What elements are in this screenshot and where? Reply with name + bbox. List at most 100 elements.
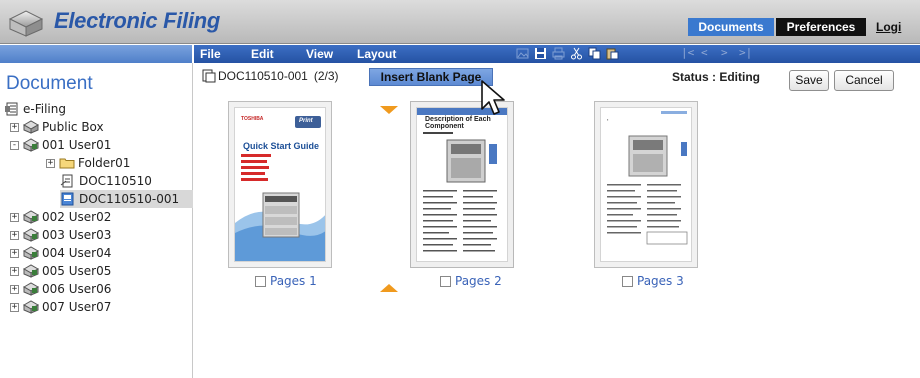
user-box-icon (23, 282, 39, 296)
sidebar-title: Document (6, 73, 93, 94)
efiling-root-icon (5, 102, 18, 116)
image-icon[interactable] (516, 47, 529, 60)
expand-icon[interactable]: + (10, 122, 19, 132)
print-icon[interactable] (552, 47, 565, 60)
menu-file[interactable]: File (200, 46, 221, 62)
doc-name: DOC110510-001 (218, 69, 308, 83)
tree-item-label: 005 User05 (42, 264, 112, 278)
folder-icon (59, 158, 75, 169)
public-box-icon (23, 120, 39, 134)
page-1-label[interactable]: Pages 1 (255, 274, 317, 288)
document-editing-icon (202, 69, 216, 83)
tree-item-label: DOC110510-001 (79, 192, 180, 206)
tree-item-label: 004 User04 (42, 246, 112, 260)
page-thumbnail-1[interactable]: TOSHIBA Print Quick Start Guide (228, 101, 332, 268)
tree-item-label: Folder01 (78, 156, 131, 170)
tree-item-user01[interactable]: - 001 User01 (10, 136, 111, 154)
tab-preferences[interactable]: Preferences (776, 18, 866, 36)
tree-item-public-box[interactable]: + Public Box (10, 118, 104, 136)
page-1-brand: TOSHIBA (241, 116, 264, 122)
page-1-heading: Quick Start Guide (243, 141, 320, 151)
first-page-icon[interactable]: |< (681, 46, 694, 59)
user-box-icon (23, 246, 39, 260)
page-3-checkbox[interactable] (622, 275, 633, 287)
tab-documents[interactable]: Documents (688, 18, 774, 36)
cancel-button[interactable]: Cancel (834, 70, 894, 91)
tree-item-label: 001 User01 (42, 138, 112, 152)
efiling-logo-icon (8, 10, 44, 37)
save-icon[interactable] (534, 47, 547, 60)
user-box-icon (23, 138, 39, 152)
app-header: Electronic Filing Documents Preferences … (0, 0, 920, 44)
logout-link[interactable]: Logi (876, 18, 920, 36)
tree-item-folder01[interactable]: + Folder01 (46, 154, 130, 172)
page-thumbnail-2[interactable]: Description of Each Component (410, 101, 514, 268)
user-box-icon (23, 300, 39, 314)
tree-item-user07[interactable]: + 007 User07 (10, 298, 111, 316)
page-2-label-text: Pages 2 (455, 274, 502, 288)
tree-item-label: 003 User03 (42, 228, 112, 242)
next-page-icon[interactable]: > (721, 46, 728, 59)
expand-icon[interactable]: + (10, 230, 19, 240)
page-thumbnail-3[interactable]: ▪ (594, 101, 698, 268)
page-3-image: ▪ (600, 107, 692, 262)
user-box-icon (23, 228, 39, 242)
page-3-label-text: Pages 3 (637, 274, 684, 288)
doc-page-count: (2/3) (313, 69, 339, 83)
tree-item-user04[interactable]: + 004 User04 (10, 244, 111, 262)
tree-item-label: DOC110510 (79, 174, 152, 188)
page-3-label[interactable]: Pages 3 (622, 274, 684, 288)
tree-item-doc110510-001[interactable]: DOC110510-001 (60, 190, 193, 208)
copy-icon[interactable] (588, 47, 601, 60)
tree-item-user03[interactable]: + 003 User03 (10, 226, 111, 244)
save-button[interactable]: Save (789, 70, 829, 91)
page-2-heading: Description of Each Component (425, 116, 491, 130)
document-editing-icon (61, 192, 74, 206)
user-box-icon (23, 264, 39, 278)
page-2-image: Description of Each Component (416, 107, 508, 262)
expand-icon[interactable]: + (10, 248, 19, 258)
expand-icon[interactable]: + (10, 302, 19, 312)
tree-item-user05[interactable]: + 005 User05 (10, 262, 111, 280)
tree-item-label: 007 User07 (42, 300, 112, 314)
page-1-checkbox[interactable] (255, 275, 266, 287)
insert-marker-top-icon (380, 106, 398, 114)
document-icon (60, 174, 73, 188)
page-3-heading: ▪ (607, 117, 609, 122)
page-2-label[interactable]: Pages 2 (440, 274, 502, 288)
page-2-checkbox[interactable] (440, 275, 451, 287)
menu-bar: File Edit View Layout |< < > >| (194, 45, 920, 63)
app-title: Electronic Filing (54, 8, 221, 33)
tree-item-user02[interactable]: + 002 User02 (10, 208, 111, 226)
menu-layout[interactable]: Layout (357, 46, 396, 62)
tree-item-doc110510[interactable]: DOC110510 (60, 172, 152, 190)
page-1-badge: Print (299, 118, 313, 124)
page-2-content-graphic (417, 108, 507, 252)
expand-icon[interactable]: + (10, 284, 19, 294)
tree-item-efiling[interactable]: e-Filing (4, 100, 66, 118)
tree-item-label: 002 User02 (42, 210, 112, 224)
tree-item-user06[interactable]: + 006 User06 (10, 280, 111, 298)
prev-page-icon[interactable]: < (701, 46, 708, 59)
collapse-icon[interactable]: - (10, 140, 19, 150)
doc-title: DOC110510-001 (2/3) (202, 69, 339, 83)
expand-icon[interactable]: + (46, 158, 55, 168)
sidebar: Document e-Filing + Public Box - 001 Use… (0, 63, 193, 378)
insert-marker-bottom-icon (380, 284, 398, 292)
page-1-cover-graphic (235, 108, 325, 261)
cut-icon[interactable] (570, 47, 583, 60)
efiling-app: Electronic Filing Documents Preferences … (0, 0, 920, 378)
tree-item-label: 006 User06 (42, 282, 112, 296)
insert-blank-page-button[interactable]: Insert Blank Page (369, 68, 493, 86)
status-text: Status : Editing (672, 70, 760, 84)
last-page-icon[interactable]: >| (739, 46, 752, 59)
expand-icon[interactable]: + (10, 266, 19, 276)
expand-icon[interactable]: + (10, 212, 19, 222)
page-3-content-graphic (607, 111, 688, 245)
sidebar-header-bar (0, 45, 193, 63)
tree-item-label: Public Box (42, 120, 104, 134)
menu-edit[interactable]: Edit (251, 46, 274, 62)
paste-icon[interactable] (606, 47, 619, 60)
page-1-image: TOSHIBA Print Quick Start Guide (234, 107, 326, 262)
menu-view[interactable]: View (306, 46, 333, 62)
